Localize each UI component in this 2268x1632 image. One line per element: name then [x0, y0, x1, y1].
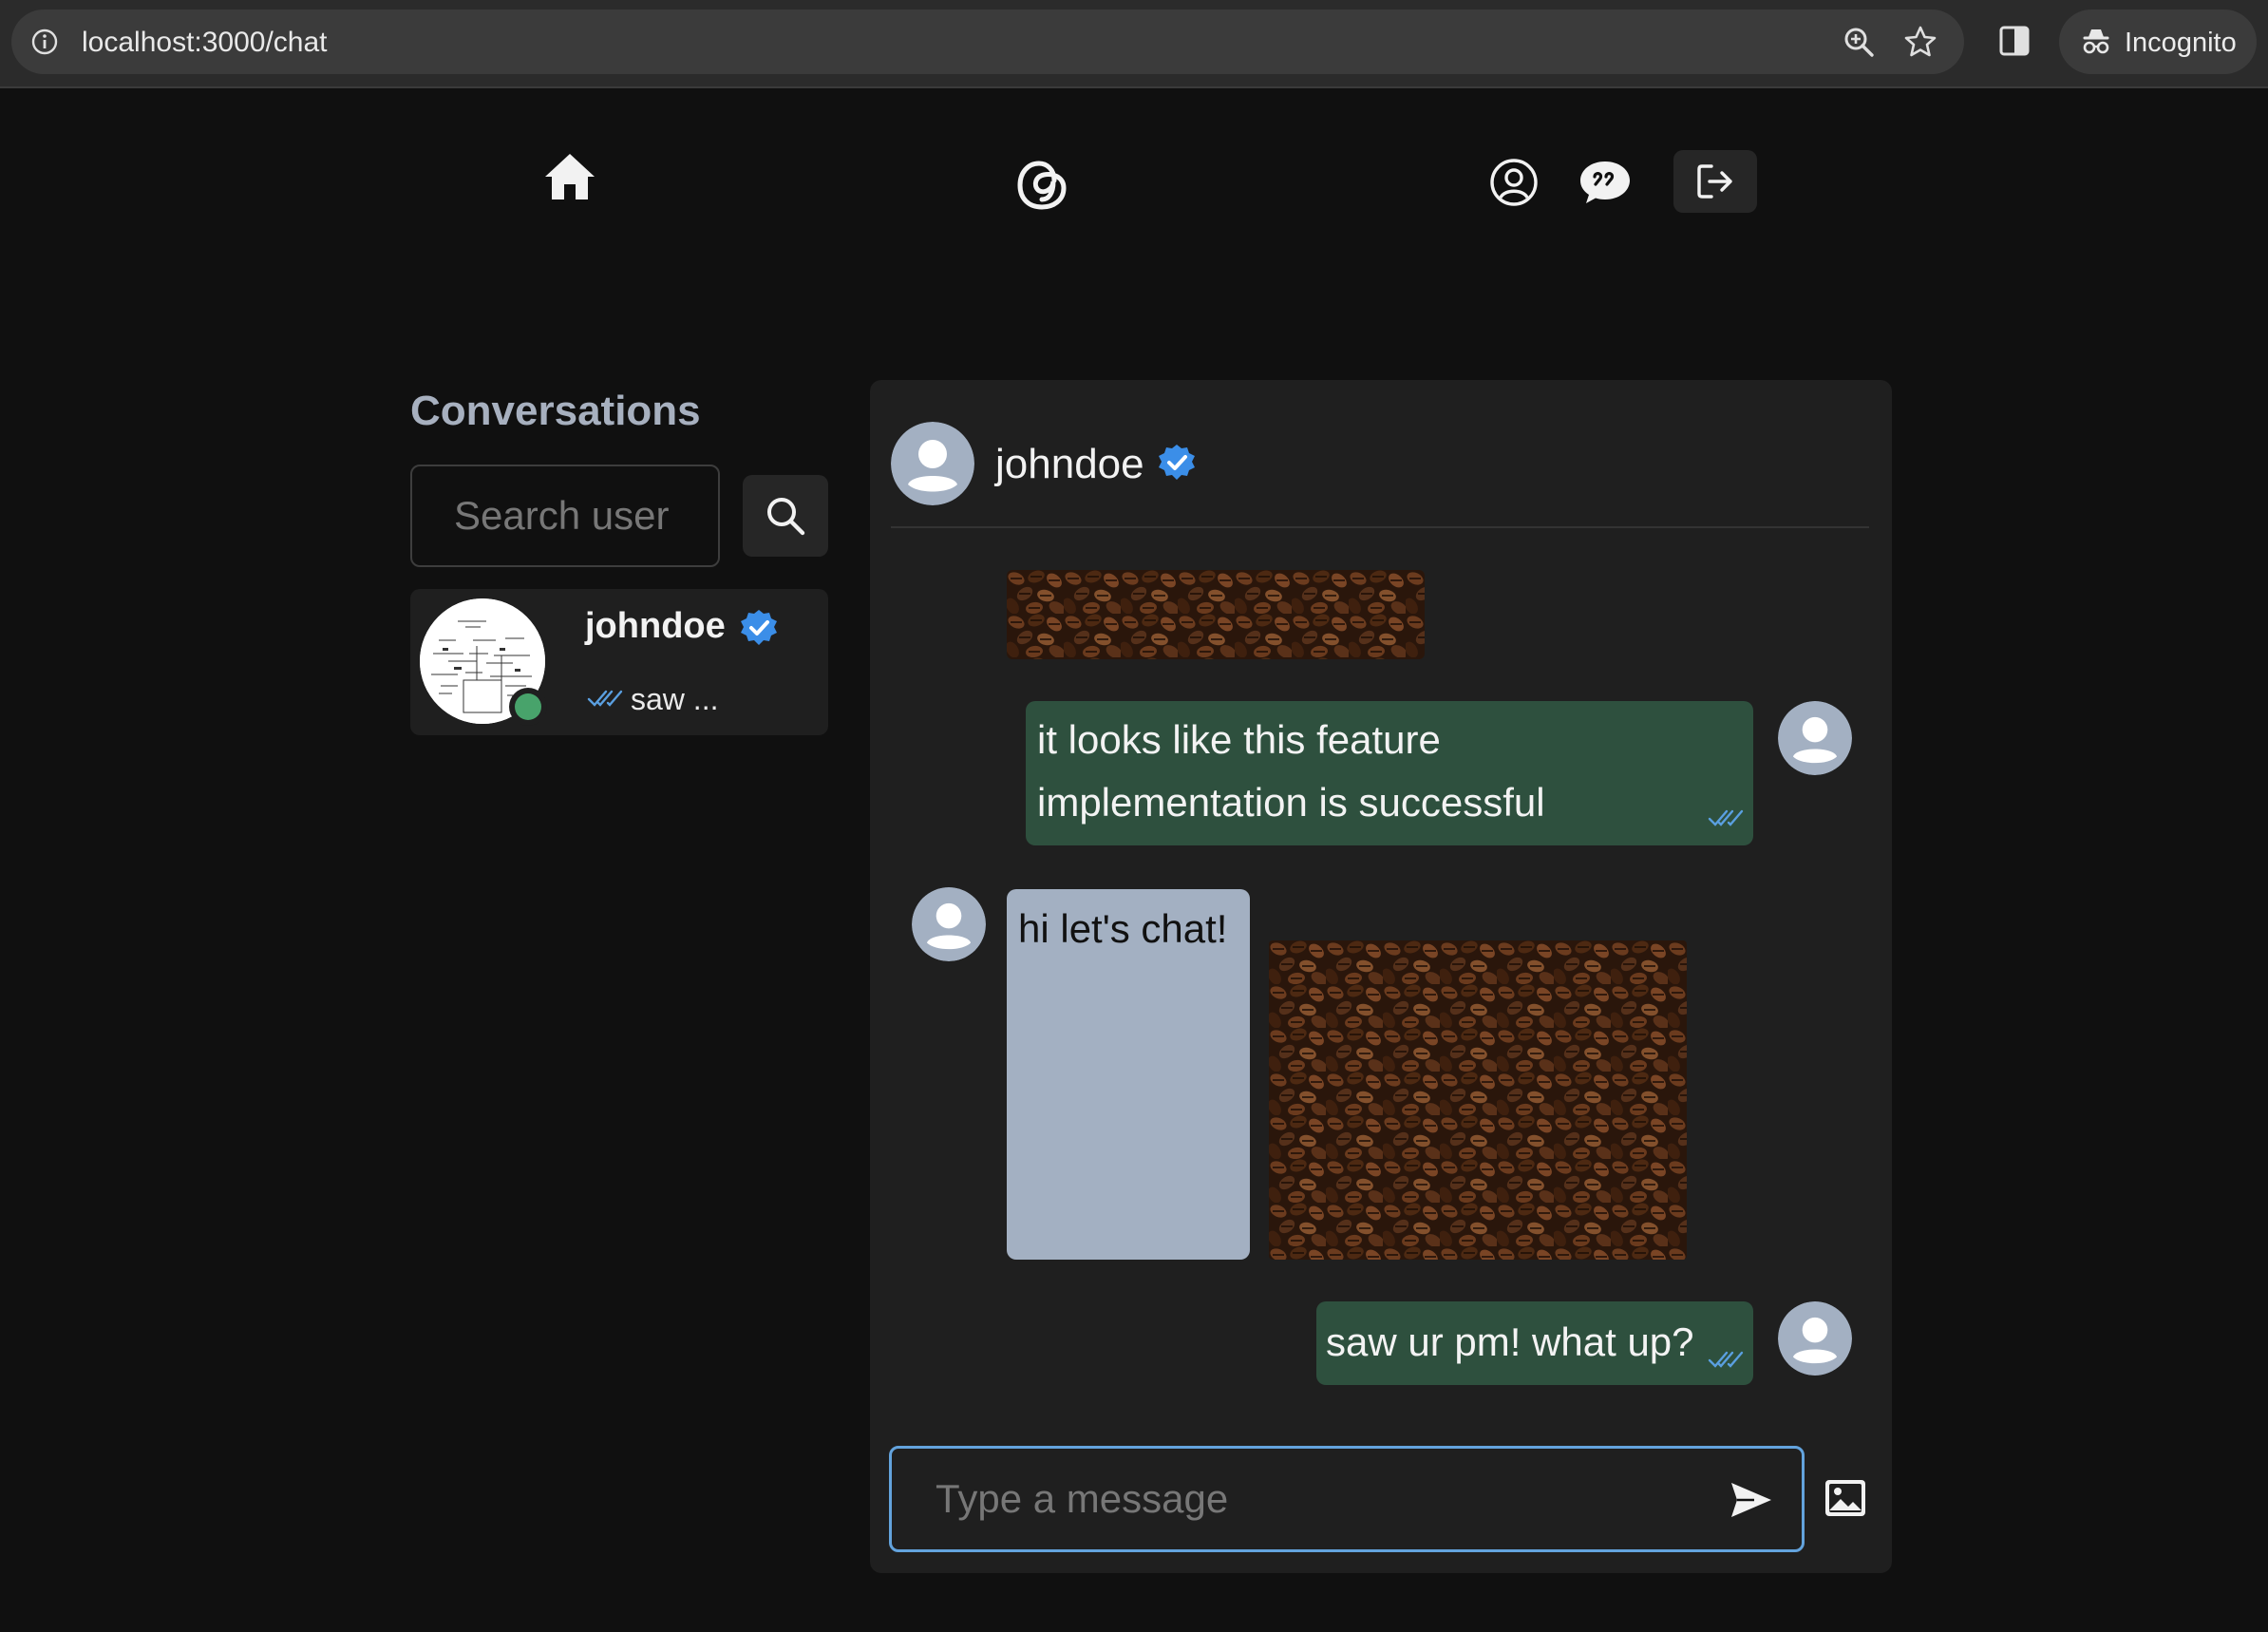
incognito-label: Incognito	[2125, 28, 2237, 58]
seen-ticks-icon	[587, 686, 623, 709]
conversations-heading: Conversations	[410, 388, 701, 434]
address-bar[interactable]: localhost:3000/chat	[11, 9, 1964, 74]
sender-avatar	[1778, 1301, 1852, 1376]
incognito-icon	[2083, 29, 2109, 54]
profile-icon[interactable]	[1489, 158, 1539, 207]
zoom-icon[interactable]	[1843, 26, 1875, 58]
message-input[interactable]	[892, 1449, 1802, 1549]
message-image[interactable]	[1269, 940, 1687, 1260]
site-info-icon[interactable]	[30, 28, 59, 56]
side-panel-icon[interactable]	[1998, 25, 2031, 57]
chat-header-avatar[interactable]	[891, 422, 974, 505]
seen-ticks-icon	[1708, 1347, 1744, 1370]
logout-icon	[1697, 164, 1732, 199]
sent-message-bubble: saw ur pm! what up?	[1316, 1301, 1753, 1385]
chat-header-username: johndoe	[995, 441, 1144, 487]
conversation-item[interactable]: johndoe saw ...	[410, 589, 828, 735]
sender-avatar	[1778, 701, 1852, 775]
conversation-username: johndoe	[585, 606, 726, 646]
search-user-input[interactable]	[410, 465, 720, 567]
chat-header-divider	[891, 526, 1869, 528]
sent-message-bubble: it looks like this feature implementatio…	[1026, 701, 1753, 845]
message-text: hi let's chat!	[1018, 906, 1228, 951]
message-input-container	[889, 1446, 1805, 1552]
bookmark-star-icon[interactable]	[1903, 25, 1937, 59]
verified-badge-icon	[1157, 443, 1197, 483]
send-icon[interactable]	[1729, 1481, 1773, 1519]
image-attach-icon[interactable]	[1824, 1478, 1867, 1518]
search-button[interactable]	[743, 475, 828, 557]
browser-toolbar: localhost:3000/chat Incognito	[0, 0, 2268, 88]
address-bar-url[interactable]: localhost:3000/chat	[82, 27, 328, 59]
online-status-dot	[509, 688, 547, 726]
verified-badge-icon	[739, 608, 779, 648]
seen-ticks-icon	[1708, 806, 1744, 828]
conversation-last-message: saw ...	[631, 682, 719, 716]
home-icon[interactable]	[543, 152, 596, 201]
chat-bubbles-icon[interactable]	[1578, 158, 1632, 207]
logout-button[interactable]	[1673, 150, 1757, 213]
threads-logo-icon[interactable]	[1011, 152, 1075, 217]
message-text: saw ur pm! what up?	[1326, 1319, 1694, 1364]
receiver-avatar	[912, 887, 986, 961]
incognito-badge[interactable]: Incognito	[2059, 9, 2257, 74]
received-message-bubble: hi let's chat!	[1007, 889, 1250, 1260]
message-image[interactable]	[1007, 570, 1425, 659]
message-text-line: implementation is successful	[1037, 780, 1545, 825]
message-text-line: it looks like this feature	[1037, 717, 1441, 762]
chat-panel: johndoe it looks like this feature imple…	[870, 380, 1892, 1573]
search-icon	[767, 498, 805, 536]
